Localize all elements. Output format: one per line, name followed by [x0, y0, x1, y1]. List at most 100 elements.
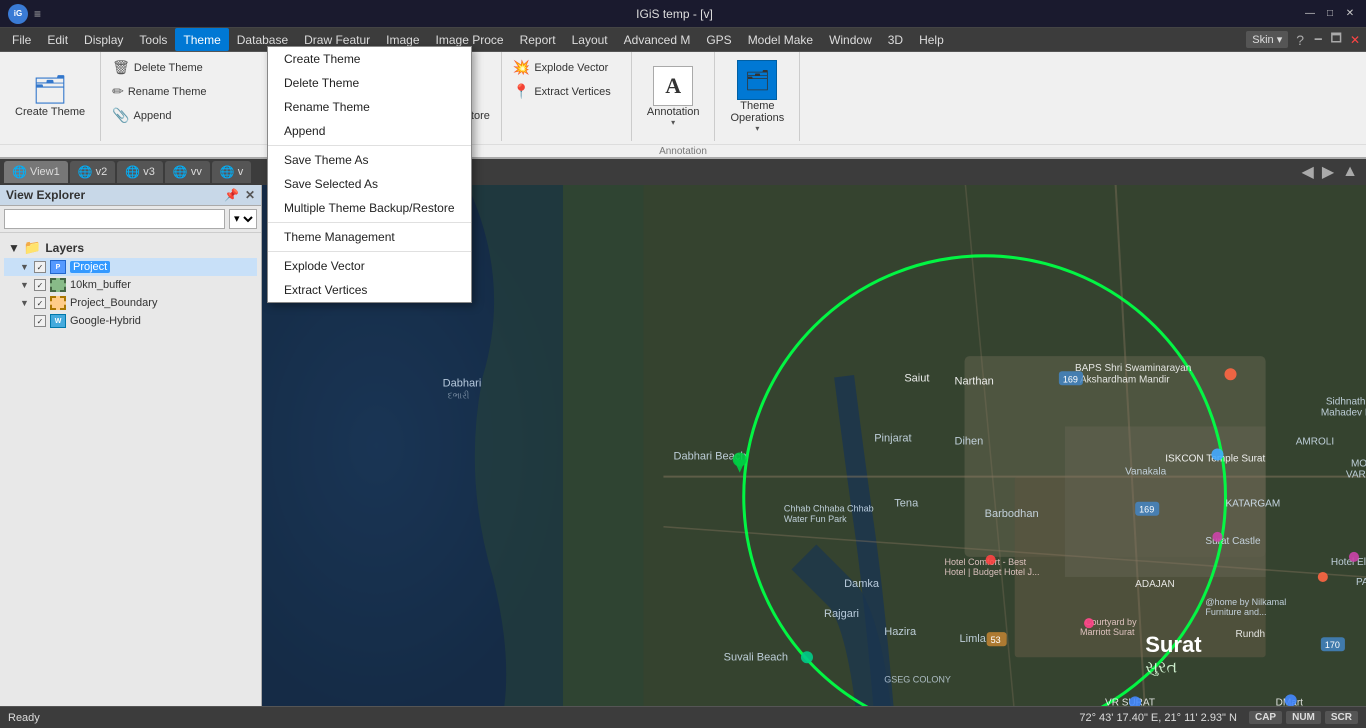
svg-text:169: 169: [1139, 505, 1154, 515]
theme-menu-create[interactable]: Create Theme: [268, 47, 471, 71]
theme-menu-delete[interactable]: Delete Theme: [268, 71, 471, 95]
layer-item-boundary[interactable]: ▼ ✓ Project_Boundary: [4, 294, 257, 312]
theme-operations-button[interactable]: 🗂 ThemeOperations ▾: [723, 56, 791, 137]
view-tab-v[interactable]: 🌐 v: [212, 161, 251, 183]
view-tab-view1[interactable]: 🌐 View1: [4, 161, 68, 183]
titlebar-left: iG ≡: [8, 4, 47, 24]
menubar-help-icon[interactable]: ?: [1292, 32, 1308, 48]
menubar-minimize-icon[interactable]: 🗕: [1312, 29, 1325, 50]
v-globe-icon: 🌐: [220, 165, 235, 179]
maximize-button[interactable]: □: [1322, 6, 1338, 22]
menu-gps[interactable]: GPS: [698, 28, 739, 51]
theme-menu-save-as[interactable]: Save Theme As: [268, 148, 471, 172]
svg-text:169: 169: [1063, 374, 1078, 384]
menubar: File Edit Display Tools Theme Database D…: [0, 28, 1366, 52]
skin-button[interactable]: Skin ▾: [1246, 31, 1288, 48]
layer-item-google[interactable]: ✓ W Google-Hybrid: [4, 312, 257, 330]
view1-label: View1: [30, 166, 60, 178]
project-expand-icon: ▼: [20, 262, 30, 272]
delete-theme-button[interactable]: 🗑 Delete Theme: [105, 56, 213, 79]
rename-theme-button[interactable]: ✏ Rename Theme: [105, 80, 213, 103]
tabs-scroll-left[interactable]: ◀: [1298, 162, 1318, 182]
layers-panel: ▼ 📁 Layers ▼ ✓ P Project ▼ ✓ 10km_buffer: [0, 233, 261, 706]
menu-tools[interactable]: Tools: [131, 28, 175, 51]
create-theme-button[interactable]: 🗂 Create Theme: [8, 72, 92, 122]
theme-menu-extract[interactable]: Extract Vertices: [268, 278, 471, 302]
cap-indicator[interactable]: CAP: [1249, 711, 1282, 724]
layer-item-project[interactable]: ▼ ✓ P Project: [4, 258, 257, 276]
ribbon-vector-stack: 💥 Explode Vector 📍 Extract Vertices: [506, 54, 618, 103]
explorer-search-input[interactable]: [4, 209, 225, 229]
explorer-filter-select[interactable]: ▾: [229, 209, 257, 229]
svg-text:સુરત: સુરત: [1145, 658, 1177, 676]
ribbon-management-stack: 🗑 Delete Theme ✏ Rename Theme 📎 Append: [105, 54, 213, 127]
theme-menu-sep3: [268, 251, 471, 252]
theme-menu-management[interactable]: Theme Management: [268, 225, 471, 249]
menu-window[interactable]: Window: [821, 28, 880, 51]
v3-label: v3: [143, 166, 155, 178]
layers-header[interactable]: ▼ 📁 Layers: [4, 237, 257, 258]
project-checkbox[interactable]: ✓: [34, 261, 46, 273]
theme-menu-save-selected[interactable]: Save Selected As: [268, 172, 471, 196]
layers-expand-icon: ▼: [8, 241, 20, 255]
theme-operations-label: ThemeOperations: [730, 100, 784, 124]
annotation-button[interactable]: A Annotation ▾: [640, 62, 707, 131]
annotation-dropdown-arrow: ▾: [671, 118, 675, 127]
menu-model-make[interactable]: Model Make: [740, 28, 821, 51]
menubar-restore-icon[interactable]: 🗖: [1329, 29, 1344, 50]
menu-report[interactable]: Report: [512, 28, 564, 51]
menu-layout[interactable]: Layout: [564, 28, 616, 51]
v2-globe-icon: 🌐: [78, 165, 93, 179]
view-tab-v2[interactable]: 🌐 v2: [70, 161, 116, 183]
svg-text:Suvali Beach: Suvali Beach: [724, 651, 788, 663]
svg-text:Pinjarat: Pinjarat: [874, 432, 911, 444]
svg-text:VARACHHA: VARACHHA: [1346, 470, 1366, 481]
menu-display[interactable]: Display: [76, 28, 131, 51]
theme-menu-rename[interactable]: Rename Theme: [268, 95, 471, 119]
view-tab-v3[interactable]: 🌐 v3: [117, 161, 163, 183]
menu-3d[interactable]: 3D: [880, 28, 911, 51]
explorer-pin-icon[interactable]: 📌: [224, 188, 239, 202]
boundary-checkbox[interactable]: ✓: [34, 297, 46, 309]
svg-text:Tena: Tena: [894, 498, 919, 510]
theme-menu-sep1: [268, 145, 471, 146]
theme-menu-explode[interactable]: Explode Vector: [268, 254, 471, 278]
extract-vertices-button[interactable]: 📍 Extract Vertices: [506, 80, 618, 103]
tabs-expand[interactable]: ▲: [1338, 163, 1362, 181]
svg-text:Saiut: Saiut: [904, 372, 929, 384]
append-button[interactable]: 📎 Append: [105, 104, 213, 127]
minimize-button[interactable]: —: [1302, 6, 1318, 22]
view-tab-vv[interactable]: 🌐 vv: [165, 161, 210, 183]
menu-file[interactable]: File: [4, 28, 39, 51]
tabs-scroll-right[interactable]: ▶: [1318, 162, 1338, 182]
google-layer-name: Google-Hybrid: [70, 315, 141, 327]
explorer-close-icon[interactable]: ✕: [245, 188, 255, 202]
rename-theme-icon: ✏: [112, 83, 124, 100]
delete-theme-label: Delete Theme: [134, 62, 203, 74]
ribbon-group-create: 🗂 Create Theme: [0, 52, 101, 141]
theme-menu-append[interactable]: Append: [268, 119, 471, 143]
menu-advanced-m[interactable]: Advanced M: [616, 28, 699, 51]
theme-menu-backup-restore[interactable]: Multiple Theme Backup/Restore: [268, 196, 471, 220]
ribbon: 🗂 Create Theme 🗑 Delete Theme ✏ Rename T…: [0, 52, 1366, 159]
google-checkbox[interactable]: ✓: [34, 315, 46, 327]
explode-vector-label: Explode Vector: [534, 62, 608, 74]
buffer-layer-icon: [50, 278, 66, 292]
buffer-checkbox[interactable]: ✓: [34, 279, 46, 291]
layer-item-buffer[interactable]: ▼ ✓ 10km_buffer: [4, 276, 257, 294]
explode-vector-button[interactable]: 💥 Explode Vector: [506, 56, 618, 79]
scr-indicator[interactable]: SCR: [1325, 711, 1358, 724]
menu-theme[interactable]: Theme: [175, 28, 228, 51]
status-indicators: CAP NUM SCR: [1249, 711, 1358, 724]
theme-operations-arrow: ▾: [755, 124, 759, 133]
svg-text:Limla: Limla: [960, 633, 987, 645]
svg-text:KATARGAM: KATARGAM: [1225, 499, 1280, 510]
menubar-close-icon[interactable]: ✕: [1348, 33, 1362, 47]
num-indicator[interactable]: NUM: [1286, 711, 1321, 724]
menu-edit[interactable]: Edit: [39, 28, 76, 51]
rename-theme-label: Rename Theme: [128, 86, 207, 98]
quick-access-icon[interactable]: ≡: [34, 7, 41, 21]
close-button[interactable]: ✕: [1342, 6, 1358, 22]
buffer-expand-icon: ▼: [20, 280, 30, 290]
menu-help[interactable]: Help: [911, 28, 952, 51]
